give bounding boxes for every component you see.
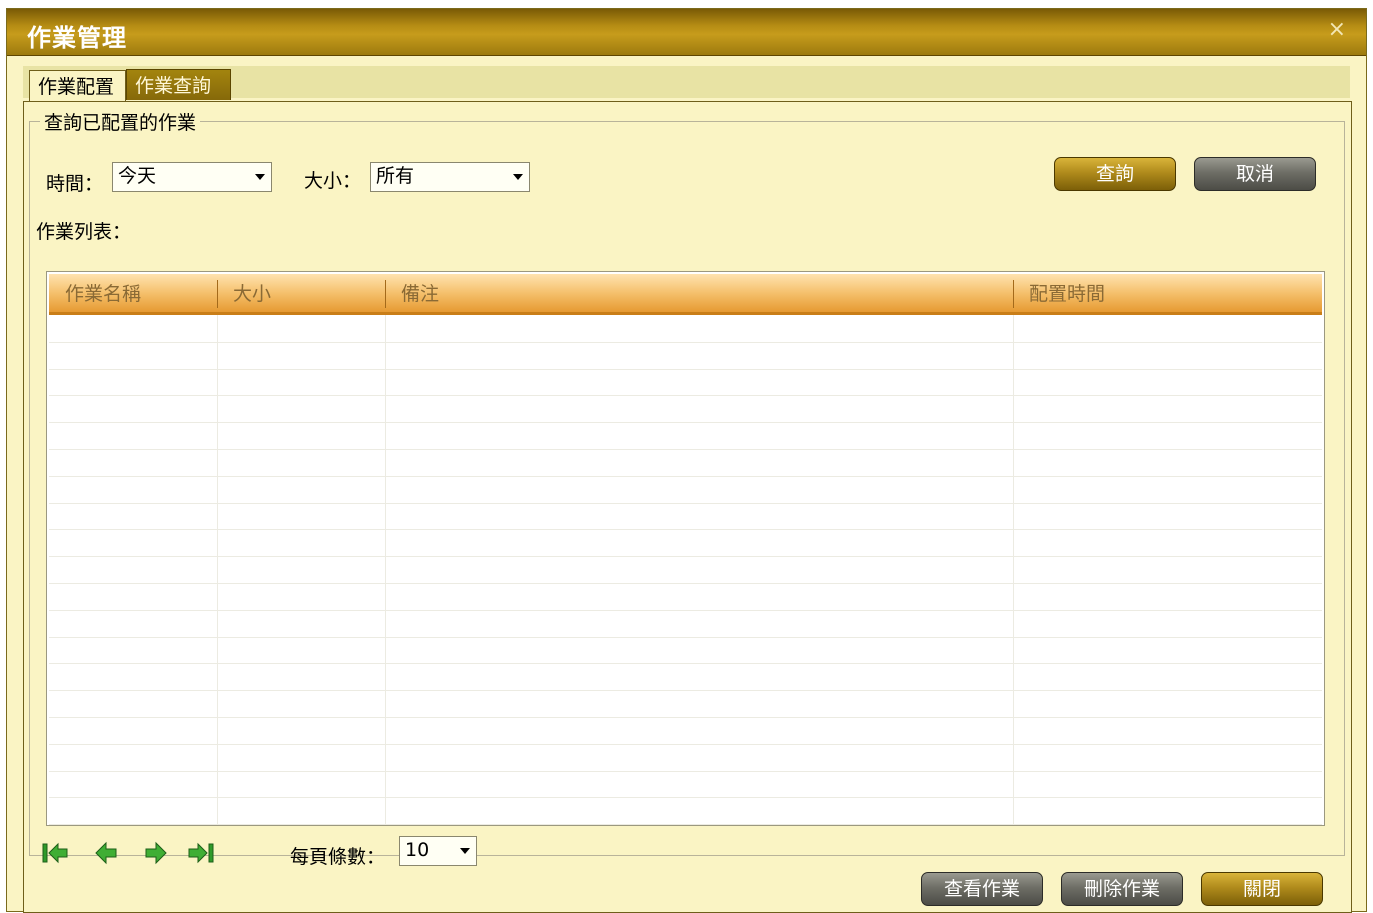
row-gridline (49, 342, 1322, 343)
size-select-value: 所有 (376, 165, 415, 187)
row-gridline (49, 422, 1322, 423)
column-gridline (1013, 315, 1014, 825)
chevron-down-icon (255, 174, 265, 180)
window-title: 作業管理 (27, 24, 127, 52)
column-gridline (217, 315, 218, 825)
job-list-label: 作業列表： (36, 221, 132, 243)
chevron-down-icon (513, 174, 523, 180)
time-select[interactable]: 今天 (112, 162, 272, 192)
row-gridline (49, 771, 1322, 772)
time-label: 時間： (46, 173, 104, 195)
row-gridline (49, 556, 1322, 557)
column-header-size[interactable]: 大小 (217, 274, 385, 312)
job-list-table: 作業名稱 大小 備注 配置時間 (46, 271, 1325, 826)
size-select[interactable]: 所有 (370, 162, 530, 192)
prev-page-icon[interactable] (92, 840, 122, 866)
table-body (49, 315, 1322, 825)
last-page-icon[interactable] (186, 840, 216, 866)
row-gridline (49, 690, 1322, 691)
per-page-select[interactable]: 10 (399, 836, 477, 866)
row-gridline (49, 717, 1322, 718)
row-gridline (49, 583, 1322, 584)
table-header: 作業名稱 大小 備注 配置時間 (49, 274, 1322, 315)
row-gridline (49, 744, 1322, 745)
tab-job-query[interactable]: 作業查詢 (126, 69, 231, 100)
delete-job-button[interactable]: 刪除作業 (1061, 872, 1183, 906)
view-job-button[interactable]: 查看作業 (921, 872, 1043, 906)
column-header-remark[interactable]: 備注 (385, 274, 1013, 312)
row-gridline (49, 476, 1322, 477)
column-gridline (385, 315, 386, 825)
row-gridline (49, 529, 1322, 530)
title-bar: 作業管理 × (7, 9, 1366, 56)
row-gridline (49, 395, 1322, 396)
close-icon[interactable]: × (1328, 17, 1346, 42)
row-gridline (49, 663, 1322, 664)
job-management-window: 作業管理 × 作業配置 作業查詢 查詢已配置的作業 時間： 今天 大小： 所有 … (6, 8, 1367, 913)
next-page-icon[interactable] (140, 840, 170, 866)
time-select-value: 今天 (118, 165, 157, 187)
tab-job-config[interactable]: 作業配置 (29, 70, 126, 102)
row-gridline (49, 797, 1322, 798)
tab-panel: 查詢已配置的作業 時間： 今天 大小： 所有 查詢 取消 作業列表： 作業名稱 … (23, 101, 1352, 913)
row-gridline (49, 449, 1322, 450)
close-button[interactable]: 關閉 (1201, 872, 1323, 906)
per-page-label: 每頁條數： (290, 846, 386, 868)
size-label: 大小： (304, 170, 362, 192)
row-gridline (49, 824, 1322, 825)
column-header-config-time[interactable]: 配置時間 (1013, 274, 1322, 312)
row-gridline (49, 369, 1322, 370)
row-gridline (49, 503, 1322, 504)
group-legend: 查詢已配置的作業 (44, 112, 197, 134)
chevron-down-icon (460, 848, 470, 854)
cancel-button[interactable]: 取消 (1194, 157, 1316, 191)
query-group: 查詢已配置的作業 時間： 今天 大小： 所有 查詢 取消 作業列表： 作業名稱 … (29, 108, 1345, 868)
first-page-icon[interactable] (40, 840, 70, 866)
column-header-job-name[interactable]: 作業名稱 (49, 274, 217, 312)
row-gridline (49, 610, 1322, 611)
row-gridline (49, 637, 1322, 638)
per-page-value: 10 (405, 839, 430, 861)
query-button[interactable]: 查詢 (1054, 157, 1176, 191)
